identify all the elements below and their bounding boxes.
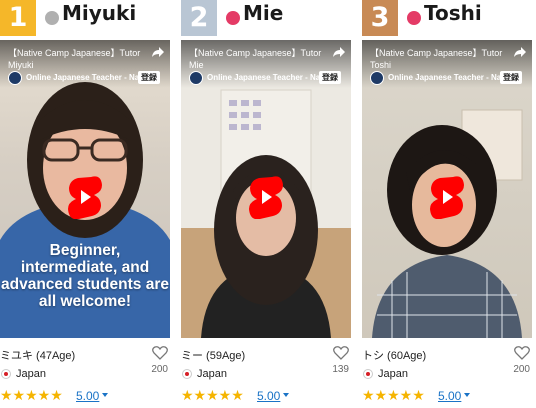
status-dot [45, 11, 59, 25]
teacher-country: Japan [16, 368, 46, 380]
teacher-name[interactable]: Toshi [424, 0, 482, 26]
japan-flag-icon [363, 369, 373, 379]
teacher-name[interactable]: Miyuki [62, 0, 136, 26]
heart-icon[interactable] [514, 346, 530, 360]
teacher-name[interactable]: Mie [243, 0, 283, 26]
subscribe-button[interactable]: 登録 [319, 71, 341, 84]
video-thumbnail[interactable]: 【Native Camp Japanese】Tutor Mie Online J… [181, 40, 351, 338]
card-header: 2 Mie [181, 0, 351, 36]
video-thumbnail[interactable]: Beginner, intermediate, and advanced stu… [0, 40, 170, 338]
rating-stars: ★★★★★ [181, 387, 244, 403]
video-title: 【Native Camp Japanese】Tutor Miyuki [8, 48, 141, 70]
status-dot [226, 11, 240, 25]
channel-row: Online Japanese Teacher - Nati... 登録 [370, 70, 530, 86]
japan-flag-icon [1, 369, 11, 379]
card-header: 1 Miyuki [0, 0, 170, 36]
video-title: 【Native Camp Japanese】Tutor Toshi [370, 48, 503, 70]
teacher-country: Japan [197, 368, 227, 380]
teacher-display-name: ミー (59Age) [181, 350, 246, 362]
share-arrow-icon[interactable] [332, 45, 346, 59]
channel-row: Online Japanese Teacher - Nati... 登録 [8, 70, 168, 86]
rating-stars: ★★★★★ [0, 387, 63, 403]
status-dot [407, 11, 421, 25]
video-caption: Beginner, intermediate, and advanced stu… [1, 242, 169, 310]
subscribe-button[interactable]: 登録 [500, 71, 522, 84]
heart-icon[interactable] [333, 346, 349, 360]
favorite-count: 139 [332, 364, 349, 375]
rating-stars: ★★★★★ [362, 387, 425, 403]
channel-logo-icon[interactable] [8, 71, 22, 85]
teacher-display-name: ミユキ (47Age) [0, 350, 76, 362]
favorite-count: 200 [513, 364, 530, 375]
chevron-down-icon[interactable] [102, 393, 108, 397]
teacher-card-1[interactable]: 1 Miyuki Beginner, intermediate, and adv… [0, 0, 170, 408]
share-arrow-icon[interactable] [513, 45, 527, 59]
rating-link[interactable]: 5.00 [438, 388, 461, 404]
channel-name[interactable]: Online Japanese Teacher - Nati... [388, 72, 506, 84]
japan-flag-icon [182, 369, 192, 379]
rank-badge: 3 [362, 0, 398, 36]
subscribe-button[interactable]: 登録 [138, 71, 160, 84]
channel-logo-icon[interactable] [189, 71, 203, 85]
youtube-shorts-icon[interactable] [429, 175, 465, 219]
favorite-count: 200 [151, 364, 168, 375]
channel-logo-icon[interactable] [370, 71, 384, 85]
rating-link[interactable]: 5.00 [76, 388, 99, 404]
video-title: 【Native Camp Japanese】Tutor Mie [189, 48, 322, 70]
youtube-shorts-icon[interactable] [248, 175, 284, 219]
teacher-card-3[interactable]: 3 Toshi 【Native Camp Japanese】Tutor Tosh… [362, 0, 532, 408]
channel-name[interactable]: Online Japanese Teacher - Nati... [26, 72, 144, 84]
rank-badge: 1 [0, 0, 36, 36]
teacher-display-name: トシ (60Age) [362, 350, 427, 362]
channel-name[interactable]: Online Japanese Teacher - Nati... [207, 72, 325, 84]
rating-link[interactable]: 5.00 [257, 388, 280, 404]
teacher-card-2[interactable]: 2 Mie 【Native Camp Japanese】Tutor Mie On… [181, 0, 351, 408]
channel-row: Online Japanese Teacher - Nati... 登録 [189, 70, 349, 86]
heart-icon[interactable] [152, 346, 168, 360]
chevron-down-icon[interactable] [464, 393, 470, 397]
video-thumbnail[interactable]: 【Native Camp Japanese】Tutor Toshi Online… [362, 40, 532, 338]
share-arrow-icon[interactable] [151, 45, 165, 59]
rank-badge: 2 [181, 0, 217, 36]
chevron-down-icon[interactable] [283, 393, 289, 397]
teacher-country: Japan [378, 368, 408, 380]
card-header: 3 Toshi [362, 0, 532, 36]
youtube-shorts-icon[interactable] [67, 175, 103, 219]
